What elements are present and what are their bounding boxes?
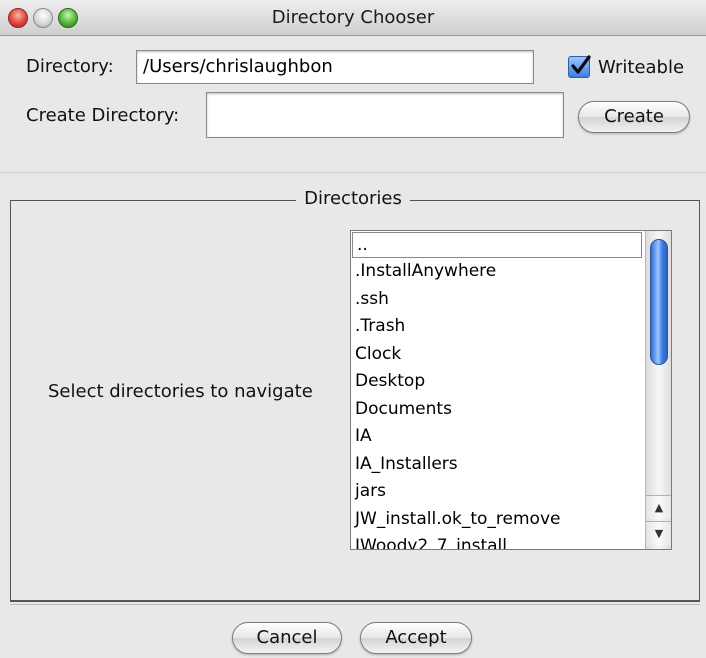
scrollbar-thumb[interactable] [650, 239, 668, 365]
directory-list-item[interactable]: .ssh [351, 286, 645, 314]
directory-list-items: .. .InstallAnywhere .ssh .Trash Clock Desktop… [351, 231, 645, 549]
create-button[interactable]: Create [578, 101, 690, 133]
window-title: Directory Chooser [271, 7, 435, 28]
directory-list-item[interactable]: .. [352, 232, 642, 258]
footer-divider-highlight [10, 604, 700, 605]
scroll-up-arrow-icon[interactable]: ▲ [646, 495, 671, 519]
cancel-button[interactable]: Cancel [232, 622, 342, 654]
create-directory-label: Create Directory: [26, 105, 180, 126]
directory-list-item[interactable]: JWoody2_7_install [351, 533, 645, 549]
directory-list-item[interactable]: .InstallAnywhere [351, 258, 645, 286]
checkmark-icon [571, 55, 591, 74]
directory-list-item[interactable]: Clock [351, 341, 645, 369]
directory-field[interactable]: /Users/chrislaughbon [136, 50, 534, 84]
directory-list-item[interactable]: .Trash [351, 313, 645, 341]
directory-list-item[interactable]: JW_install.ok_to_remove [351, 506, 645, 534]
directory-chooser-window: Directory Chooser Directory: /Users/chri… [0, 0, 706, 658]
footer-divider [10, 600, 700, 602]
directory-list-item[interactable]: Desktop [351, 368, 645, 396]
directory-list-item[interactable]: IA_Installers [351, 451, 645, 479]
directory-list[interactable]: .. .InstallAnywhere .ssh .Trash Clock Desktop… [350, 230, 672, 550]
create-directory-field[interactable] [206, 92, 564, 138]
directory-list-item[interactable]: jars [351, 478, 645, 506]
directory-list-item[interactable]: Documents [351, 396, 645, 424]
directories-group-title: Directories [0, 188, 706, 209]
title-bar: Directory Chooser [0, 0, 706, 36]
navigate-instruction: Select directories to navigate [48, 381, 313, 402]
writeable-checkbox[interactable] [568, 55, 591, 78]
directory-list-item[interactable]: IA [351, 423, 645, 451]
divider [0, 172, 706, 173]
scroll-down-arrow-icon[interactable]: ▼ [646, 521, 671, 545]
list-scrollbar[interactable]: ▲ ▼ [645, 231, 671, 549]
accept-button[interactable]: Accept [360, 622, 472, 654]
directory-label: Directory: [26, 56, 114, 77]
directories-group-title-text: Directories [296, 188, 410, 209]
writeable-label: Writeable [598, 57, 685, 78]
